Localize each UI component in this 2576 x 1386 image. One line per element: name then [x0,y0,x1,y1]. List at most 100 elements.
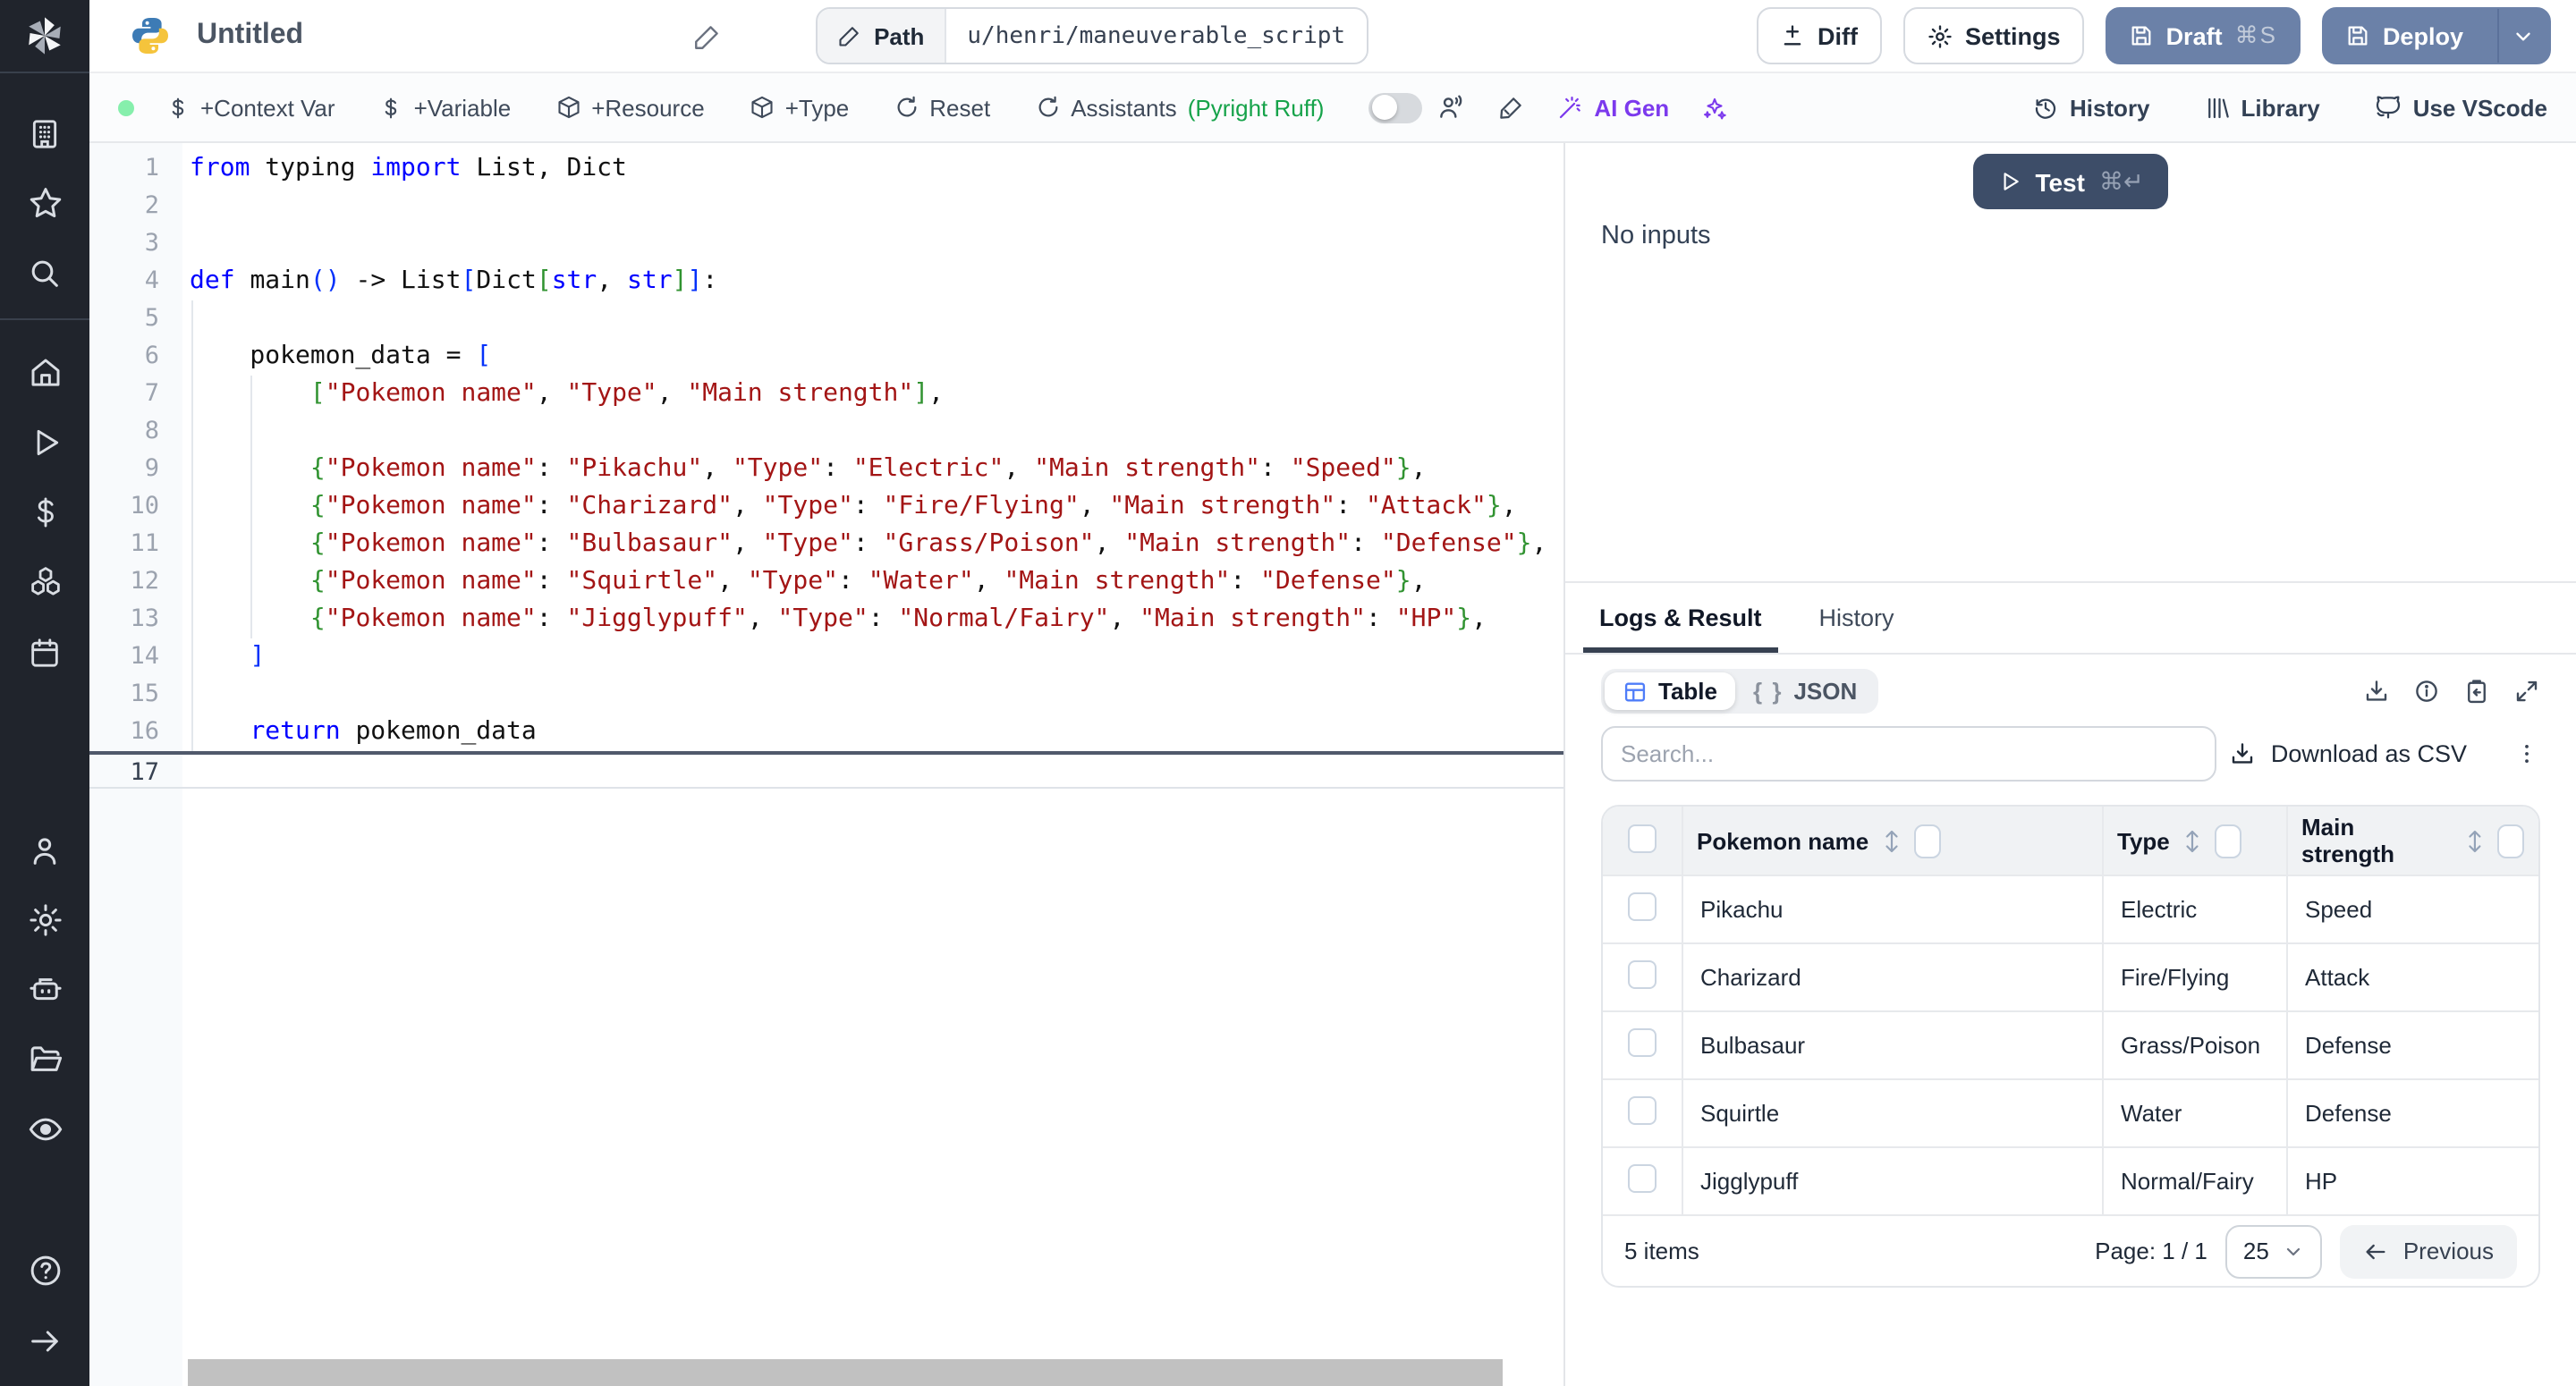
code-line[interactable]: 16 return pokemon_data [89,714,1563,751]
draft-button[interactable]: Draft ⌘S [2106,7,2301,64]
row-checkbox[interactable] [1628,892,1657,921]
add-variable-label: +Variable [414,94,512,121]
download-result-button[interactable] [2363,678,2390,705]
sort-icon[interactable] [2182,827,2202,854]
view-table-button[interactable]: Table [1605,672,1735,710]
code-line[interactable]: 2 [89,188,1563,225]
select-all-checkbox[interactable] [1628,824,1657,852]
code-line[interactable]: 8 [89,413,1563,451]
tab-logs-result[interactable]: Logs & Result [1583,583,1778,653]
sidebar-item-resources[interactable] [0,547,89,617]
reset-button[interactable]: Reset [894,94,990,121]
search-input[interactable] [1601,726,2216,782]
sidebar-item-users[interactable] [0,816,89,885]
table-row[interactable]: SquirtleWaterDefense [1603,1079,2538,1147]
horizontal-scrollbar[interactable] [188,1359,1503,1386]
code-line[interactable]: 10 {"Pokemon name": "Charizard", "Type":… [89,488,1563,526]
code-line[interactable]: 1from typing import List, Dict [89,150,1563,188]
sidebar-item-favorites[interactable] [0,168,89,238]
deploy-menu-button[interactable] [2497,9,2549,63]
row-checkbox[interactable] [1628,960,1657,989]
pencil-icon [836,23,861,48]
script-path-field[interactable]: Path u/henri/maneuverable_script [815,7,1368,64]
add-resource-label: +Resource [591,94,704,121]
sidebar-item-audit[interactable] [0,1094,89,1164]
assistants-button[interactable]: Assistants (Pyright Ruff) [1035,94,1324,121]
row-checkbox[interactable] [1628,1028,1657,1057]
code-editor[interactable]: 1from typing import List, Dict234def mai… [89,143,1565,1386]
column-header[interactable]: Pokemon name [1682,807,2102,875]
diff-button[interactable]: Diff [1757,7,1881,64]
sort-icon[interactable] [2465,827,2485,854]
column-chip[interactable] [2497,824,2524,858]
code-line[interactable]: 5 [89,300,1563,338]
line-number: 16 [89,714,182,751]
row-checkbox[interactable] [1628,1164,1657,1193]
code-line[interactable]: 7 ["Pokemon name", "Type", "Main strengt… [89,376,1563,413]
edit-summary-button[interactable] [691,21,722,51]
add-type-button[interactable]: +Type [750,94,850,121]
history-label: History [2070,94,2150,121]
code-line[interactable]: 11 {"Pokemon name": "Bulbasaur", "Type":… [89,526,1563,563]
library-button[interactable]: Library [2204,94,2320,121]
row-checkbox[interactable] [1628,1096,1657,1125]
deploy-button[interactable]: Deploy [2322,7,2551,64]
expand-result-button[interactable] [2513,678,2540,705]
add-context-var-button[interactable]: +Context Var [166,94,335,121]
code-line[interactable]: 14 ] [89,638,1563,676]
sidebar-item-workers[interactable] [0,955,89,1025]
add-variable-button[interactable]: +Variable [380,94,512,121]
draft-shortcut: ⌘S [2235,21,2277,50]
multiplayer-button[interactable] [1436,93,1465,122]
sidebar-item-variables[interactable] [0,477,89,547]
sidebar-item-home[interactable] [0,338,89,408]
table-cell: Electric [2102,875,2286,943]
sidebar-item-folders[interactable] [0,1025,89,1094]
copy-result-button[interactable] [2463,678,2490,705]
result-info-button[interactable] [2413,678,2440,705]
assistant-toggle[interactable] [1368,92,1422,123]
view-table-label: Table [1658,678,1717,705]
column-header[interactable]: Type [2102,807,2286,875]
previous-page-button[interactable]: Previous [2341,1224,2517,1278]
table-menu-button[interactable] [2513,740,2540,767]
code-line[interactable]: 4def main() -> List[Dict[str, str]]: [89,263,1563,300]
sidebar-expand-button[interactable] [0,1306,89,1375]
page-size-select[interactable]: 25 [2225,1224,2323,1278]
download-csv-button[interactable]: Download as CSV [2230,740,2467,767]
ai-autocomplete-button[interactable] [1701,94,1728,121]
sort-icon[interactable] [1881,827,1901,854]
play-outline-icon [1997,170,2021,193]
code-line[interactable]: 15 [89,676,1563,714]
code-line[interactable]: 9 {"Pokemon name": "Pikachu", "Type": "E… [89,451,1563,488]
column-chip[interactable] [2215,824,2241,858]
sidebar-item-schedules[interactable] [0,617,89,687]
code-line[interactable]: 6 pokemon_data = [ [89,338,1563,376]
library-icon [2204,94,2231,121]
code-line[interactable]: 13 {"Pokemon name": "Jigglypuff", "Type"… [89,601,1563,638]
sidebar-item-settings[interactable] [0,885,89,955]
settings-button[interactable]: Settings [1902,7,2084,64]
sidebar-item-runs[interactable] [0,408,89,477]
code-line[interactable]: 12 {"Pokemon name": "Squirtle", "Type": … [89,563,1563,601]
sidebar-item-help[interactable] [0,1236,89,1306]
column-header[interactable]: Main strength [2286,807,2538,875]
use-vscode-button[interactable]: Use VScode [2374,93,2547,122]
test-button[interactable]: Test ⌘↵ [1972,154,2168,209]
tab-history[interactable]: History [1803,583,1911,653]
code-line[interactable]: 3 [89,225,1563,263]
table-row[interactable]: BulbasaurGrass/PoisonDefense [1603,1011,2538,1079]
table-row[interactable]: PikachuElectricSpeed [1603,875,2538,943]
add-resource-button[interactable]: +Resource [555,94,704,121]
table-row[interactable]: JigglypuffNormal/FairyHP [1603,1147,2538,1214]
sidebar-item-search[interactable] [0,238,89,308]
column-chip[interactable] [1913,824,1940,858]
format-button[interactable] [1497,94,1524,121]
windmill-logo[interactable] [0,0,89,73]
ai-gen-button[interactable]: AI Gen [1556,94,1669,121]
sidebar-item-workspace[interactable] [0,98,89,168]
table-row[interactable]: CharizardFire/FlyingAttack [1603,943,2538,1011]
history-button[interactable]: History [2032,94,2150,121]
view-json-button[interactable]: { } JSON [1735,672,1875,710]
code-line[interactable]: 17 [89,751,1563,789]
